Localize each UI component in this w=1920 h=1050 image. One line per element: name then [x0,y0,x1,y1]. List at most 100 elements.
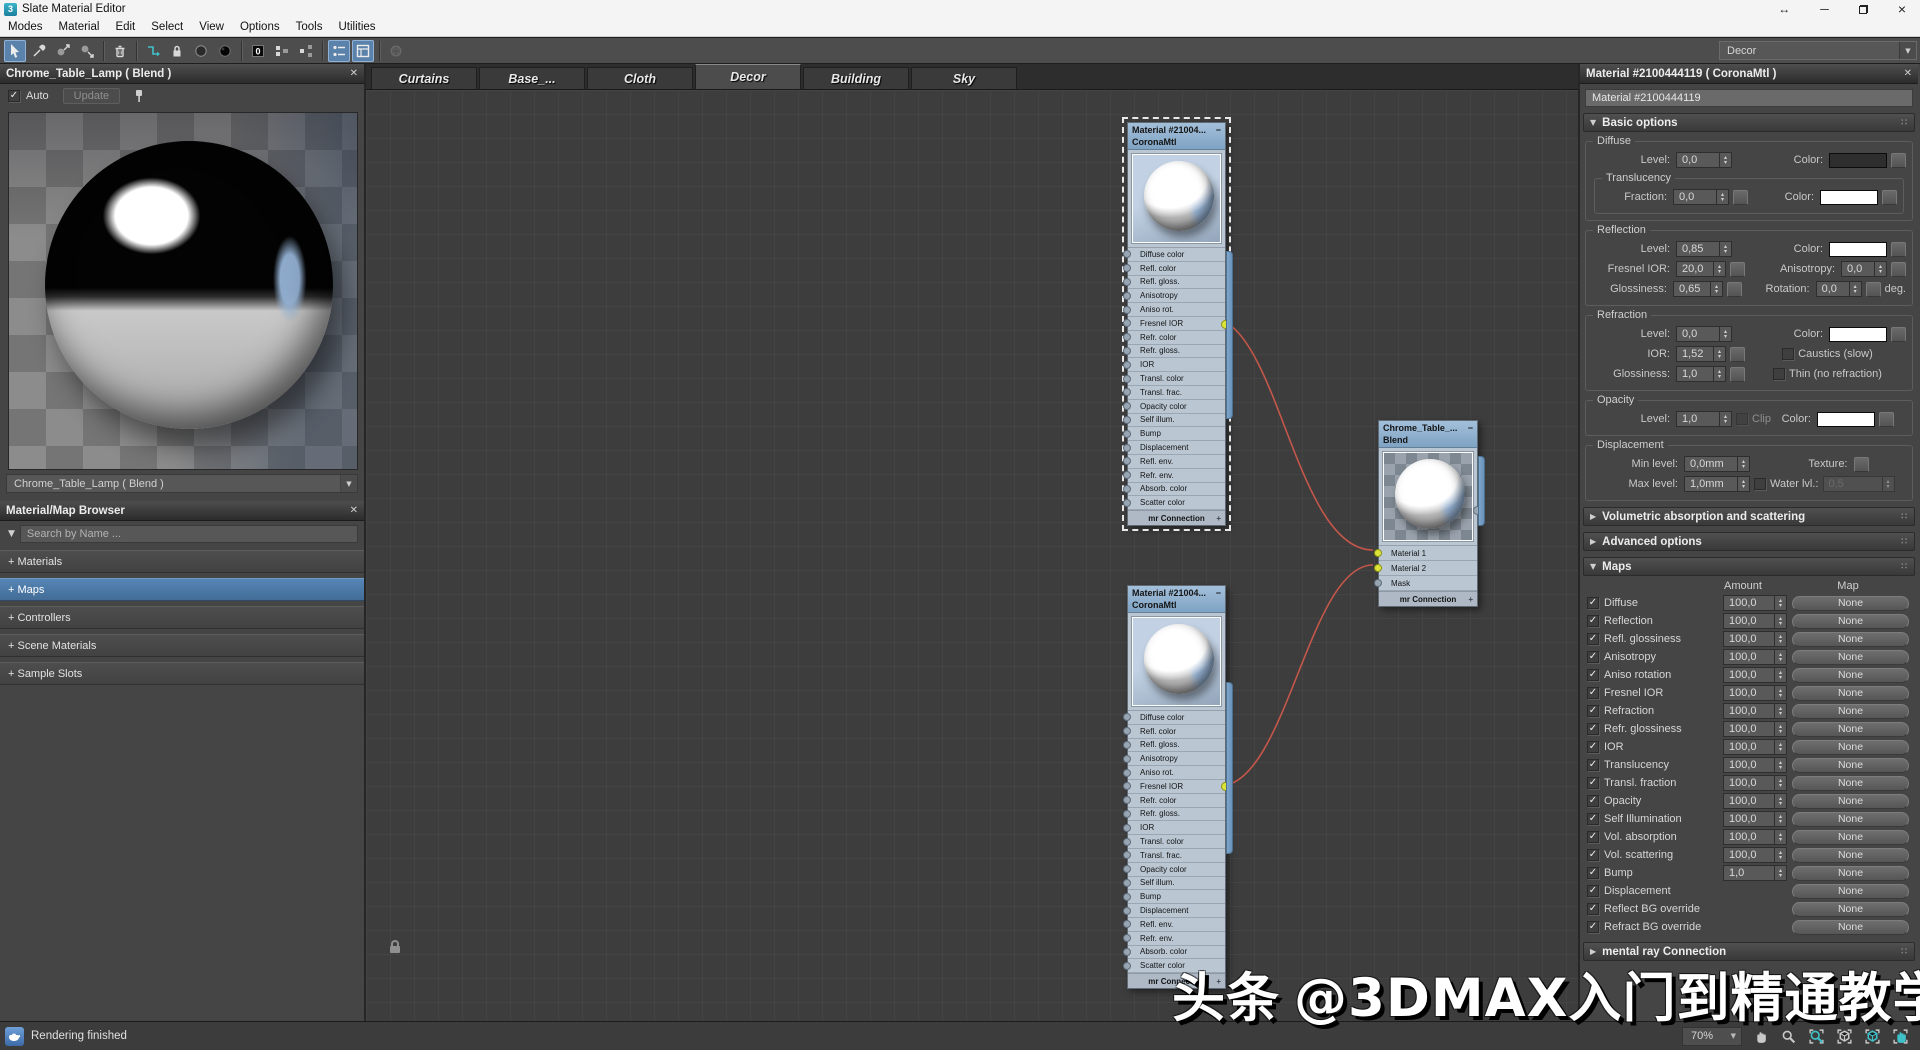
fresnel-ior-map-button[interactable] [1730,262,1745,277]
map-none-button[interactable]: None [1792,758,1909,773]
node-slot-self-illum-[interactable]: Self illum. [1128,414,1225,428]
material-node-corona-1[interactable]: Material #21004...−CoronaMtlDiffuse colo… [1127,122,1226,526]
slot-socket[interactable] [1123,416,1131,424]
map-enable-checkbox[interactable]: ✓ [1587,651,1599,663]
map-amount-spinner[interactable]: 100,0▴▾ [1723,775,1787,791]
slot-socket[interactable] [1123,457,1131,465]
spinner-arrows[interactable]: ▴▾ [1774,632,1786,646]
rotation-map-button[interactable] [1866,282,1881,297]
node-slot-fresnel-ior[interactable]: Fresnel IOR [1128,780,1225,794]
node-side-panel-tab[interactable] [1478,456,1485,526]
menu-item-edit[interactable]: Edit [107,18,143,36]
pick-material-eyedropper-button[interactable] [28,40,50,62]
map-amount-spinner[interactable]: 100,0▴▾ [1723,685,1787,701]
reflection-color-swatch[interactable] [1829,242,1887,257]
spinner-arrows[interactable]: ▴▾ [1774,830,1786,844]
view-selector-dropdown[interactable]: Decor ▼ [1719,41,1917,60]
spinner-arrows[interactable]: ▴▾ [1774,794,1786,808]
map-enable-checkbox[interactable]: ✓ [1587,741,1599,753]
node-slot-refr--env-[interactable]: Refr. env. [1128,932,1225,946]
spinner-arrows[interactable]: ▴▾ [1710,282,1722,296]
node-slot-displacement[interactable]: Displacement [1128,904,1225,918]
clip-checkbox[interactable] [1736,413,1748,425]
node-slot-anisotropy[interactable]: Anisotropy [1128,289,1225,303]
browser-options-icon[interactable]: ▼ [8,529,15,539]
delete-selected-button[interactable] [109,40,131,62]
map-amount-spinner[interactable]: 100,0▴▾ [1723,739,1787,755]
slot-socket[interactable] [1123,375,1131,383]
auto-checkbox[interactable]: ✓ [8,90,20,102]
spinner-arrows[interactable]: ▴▾ [1849,282,1861,296]
caustics-checkbox[interactable] [1782,348,1794,360]
diffuse-level-spinner[interactable]: 0,0▴▾ [1676,152,1732,168]
browser-item-scenematerials[interactable]: + Scene Materials [0,634,364,657]
slot-socket[interactable] [1123,727,1131,735]
refraction-level-spinner[interactable]: 0,0▴▾ [1676,326,1732,342]
map-amount-spinner[interactable]: 100,0▴▾ [1723,757,1787,773]
tab-decor[interactable]: Decor [695,64,801,89]
slot-socket[interactable] [1123,444,1131,452]
rollout-advanced-options[interactable]: ▶Advanced options∷ [1583,532,1915,551]
slot-socket[interactable] [1123,430,1131,438]
map-enable-checkbox[interactable]: ✓ [1587,831,1599,843]
slot-socket[interactable] [1123,824,1131,832]
map-amount-spinner[interactable]: 100,0▴▾ [1723,811,1787,827]
spinner-arrows[interactable]: ▴▾ [1882,477,1894,491]
map-amount-spinner[interactable]: 1,0▴▾ [1723,865,1787,881]
map-enable-checkbox[interactable]: ✓ [1587,867,1599,879]
slot-socket[interactable] [1123,361,1131,369]
spinner-arrows[interactable]: ▴▾ [1716,190,1728,204]
spinner-arrows[interactable]: ▴▾ [1774,650,1786,664]
node-slot-aniso-rot-[interactable]: Aniso rot. [1128,766,1225,780]
map-none-button[interactable]: None [1792,596,1909,611]
slot-socket[interactable] [1123,948,1131,956]
rollout-basic-options[interactable]: ▼Basic options∷ [1583,113,1915,132]
spinner-arrows[interactable]: ▴▾ [1774,704,1786,718]
spinner-arrows[interactable]: ▴▾ [1774,758,1786,772]
rotation-spinner[interactable]: 0,0▴▾ [1816,281,1862,297]
anisotropy-map-button[interactable] [1891,262,1906,277]
reflection-glossiness-spinner[interactable]: 0,65▴▾ [1673,281,1723,297]
node-slot-refl--color[interactable]: Refl. color [1128,725,1225,739]
slot-socket[interactable] [1123,893,1131,901]
material-node-corona-2[interactable]: Material #21004...−CoronaMtlDiffuse colo… [1127,585,1226,989]
map-amount-spinner[interactable]: 100,0▴▾ [1723,631,1787,647]
refraction-glossiness-spinner[interactable]: 1,0▴▾ [1676,366,1726,382]
node-slot-anisotropy[interactable]: Anisotropy [1128,752,1225,766]
map-enable-checkbox[interactable]: ✓ [1587,723,1599,735]
node-canvas[interactable]: Material #21004...−CoronaMtlDiffuse colo… [366,90,1578,1022]
map-none-button[interactable]: None [1792,614,1909,629]
slot-socket[interactable] [1123,485,1131,493]
slot-socket[interactable] [1123,907,1131,915]
browser-item-materials[interactable]: + Materials [0,550,364,573]
map-enable-checkbox[interactable]: ✓ [1587,759,1599,771]
minimize-button[interactable]: ─ [1820,3,1829,15]
slot-socket[interactable] [1123,333,1131,341]
node-connection-wire[interactable] [1227,323,1373,550]
map-none-button[interactable]: None [1792,704,1909,719]
node-slot-opacity-color[interactable]: Opacity color [1128,400,1225,414]
node-minimize-button[interactable]: − [1216,124,1221,136]
translucency-fraction-spinner[interactable]: 0,0▴▾ [1673,189,1729,205]
slot-socket[interactable] [1123,292,1131,300]
thin-checkbox[interactable] [1773,368,1785,380]
map-enable-checkbox[interactable]: ✓ [1587,903,1599,915]
menu-item-view[interactable]: View [191,18,232,36]
map-amount-spinner[interactable]: 100,0▴▾ [1723,721,1787,737]
tab-base[interactable]: Base_... [479,67,585,89]
spinner-arrows[interactable]: ▴▾ [1719,242,1731,256]
node-side-panel-tab[interactable] [1226,251,1233,419]
spinner-arrows[interactable]: ▴▾ [1774,740,1786,754]
slot-socket[interactable] [1123,769,1131,777]
displacement-texture-map-button[interactable] [1854,457,1869,472]
preview-material-dropdown[interactable]: Chrome_Table_Lamp ( Blend ) ▼ [6,474,358,493]
node-slot-diffuse-color[interactable]: Diffuse color [1128,711,1225,725]
node-side-panel-tab[interactable] [1226,682,1233,854]
opacity-color-map-button[interactable] [1879,412,1894,427]
close-button[interactable]: × [1898,2,1906,16]
node-slot-transl--color[interactable]: Transl. color [1128,372,1225,386]
spinner-arrows[interactable]: ▴▾ [1713,367,1725,381]
slot-socket[interactable] [1123,810,1131,818]
node-slot-self-illum-[interactable]: Self illum. [1128,877,1225,891]
node-slot-transl--frac-[interactable]: Transl. frac. [1128,849,1225,863]
